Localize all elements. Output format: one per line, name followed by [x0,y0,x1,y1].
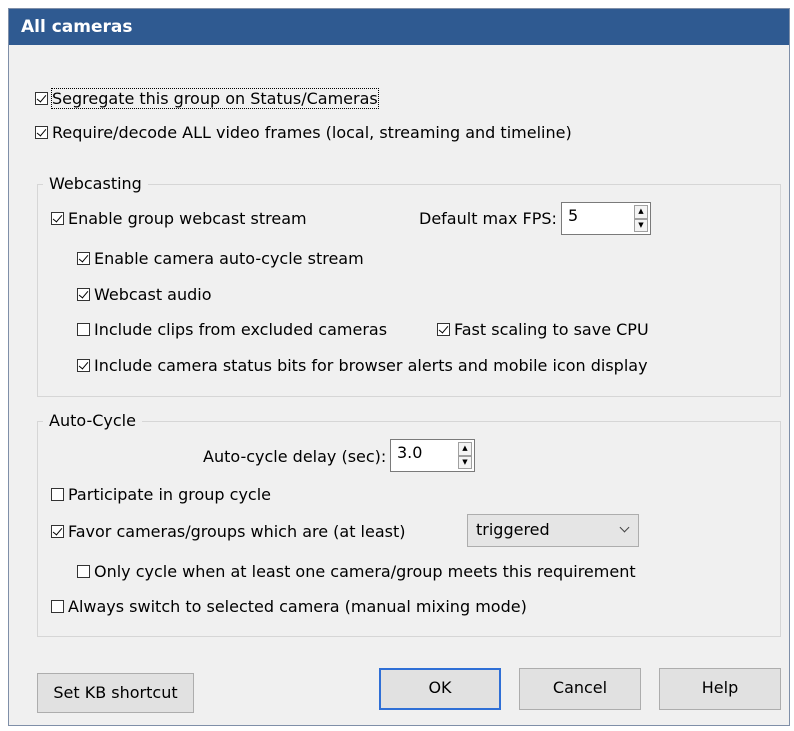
fast-scaling-checkbox[interactable] [437,323,450,336]
participate-label: Participate in group cycle [68,485,272,504]
webcast-audio-checkbox[interactable] [77,288,90,301]
status-bits-checkbox[interactable] [77,359,90,372]
auto-cycle-stream-label: Enable camera auto-cycle stream [94,249,364,268]
spin-down-icon[interactable]: ▼ [634,218,648,232]
segregate-checkbox[interactable] [35,92,48,105]
ok-button[interactable]: OK [379,668,501,710]
enable-webcast-checkbox[interactable] [51,212,64,225]
only-cycle-option[interactable]: Only cycle when at least one camera/grou… [77,562,636,581]
spin-down-icon[interactable]: ▼ [458,455,472,469]
status-bits-option[interactable]: Include camera status bits for browser a… [77,356,648,375]
enable-webcast-label: Enable group webcast stream [68,209,307,228]
fast-scaling-label: Fast scaling to save CPU [454,320,649,339]
auto-cycle-delay-spinner[interactable]: 3.0 ▲ ▼ [390,439,475,472]
spin-up-icon[interactable]: ▲ [458,442,472,456]
favor-label: Favor cameras/groups which are (at least… [68,522,406,541]
spin-up-icon[interactable]: ▲ [634,205,648,219]
webcasting-group-title: Webcasting [43,174,148,193]
segregate-label: Segregate this group on Status/Cameras [51,88,379,109]
enable-webcast-option[interactable]: Enable group webcast stream [51,209,307,228]
participate-option[interactable]: Participate in group cycle [51,485,271,504]
window-title: All cameras [9,9,789,45]
auto-cycle-delay-label: Auto-cycle delay (sec): [203,447,387,466]
max-fps-label: Default max FPS: [419,209,557,228]
favor-option[interactable]: Favor cameras/groups which are (at least… [51,522,406,541]
dialog-window: All cameras Segregate this group on Stat… [8,8,790,726]
always-switch-option[interactable]: Always switch to selected camera (manual… [51,597,527,616]
favor-level-select[interactable]: triggered [467,514,639,547]
always-switch-label: Always switch to selected camera (manual… [68,597,527,616]
help-button[interactable]: Help [659,668,781,710]
cancel-button[interactable]: Cancel [519,668,641,710]
favor-level-value: triggered [476,520,550,539]
include-clips-checkbox[interactable] [77,323,90,336]
segregate-option[interactable]: Segregate this group on Status/Cameras [35,88,379,109]
include-clips-label: Include clips from excluded cameras [94,320,388,339]
always-switch-checkbox[interactable] [51,600,64,613]
auto-cycle-delay-value: 3.0 [397,443,423,462]
only-cycle-checkbox[interactable] [77,565,90,578]
max-fps-value: 5 [568,206,579,225]
include-clips-option[interactable]: Include clips from excluded cameras [77,320,387,339]
participate-checkbox[interactable] [51,488,64,501]
webcast-audio-label: Webcast audio [94,285,212,304]
require-frames-checkbox[interactable] [35,126,48,139]
require-frames-label: Require/decode ALL video frames (local, … [52,123,572,142]
chevron-down-icon [619,522,630,533]
favor-checkbox[interactable] [51,525,64,538]
only-cycle-label: Only cycle when at least one camera/grou… [94,562,636,581]
auto-cycle-stream-checkbox[interactable] [77,252,90,265]
auto-cycle-group-title: Auto-Cycle [43,411,142,430]
fast-scaling-option[interactable]: Fast scaling to save CPU [437,320,649,339]
require-frames-option[interactable]: Require/decode ALL video frames (local, … [35,123,572,142]
status-bits-label: Include camera status bits for browser a… [94,356,648,375]
webcast-audio-option[interactable]: Webcast audio [77,285,212,304]
auto-cycle-stream-option[interactable]: Enable camera auto-cycle stream [77,249,364,268]
set-kb-shortcut-button[interactable]: Set KB shortcut [37,673,194,713]
max-fps-spinner[interactable]: 5 ▲ ▼ [561,202,651,235]
